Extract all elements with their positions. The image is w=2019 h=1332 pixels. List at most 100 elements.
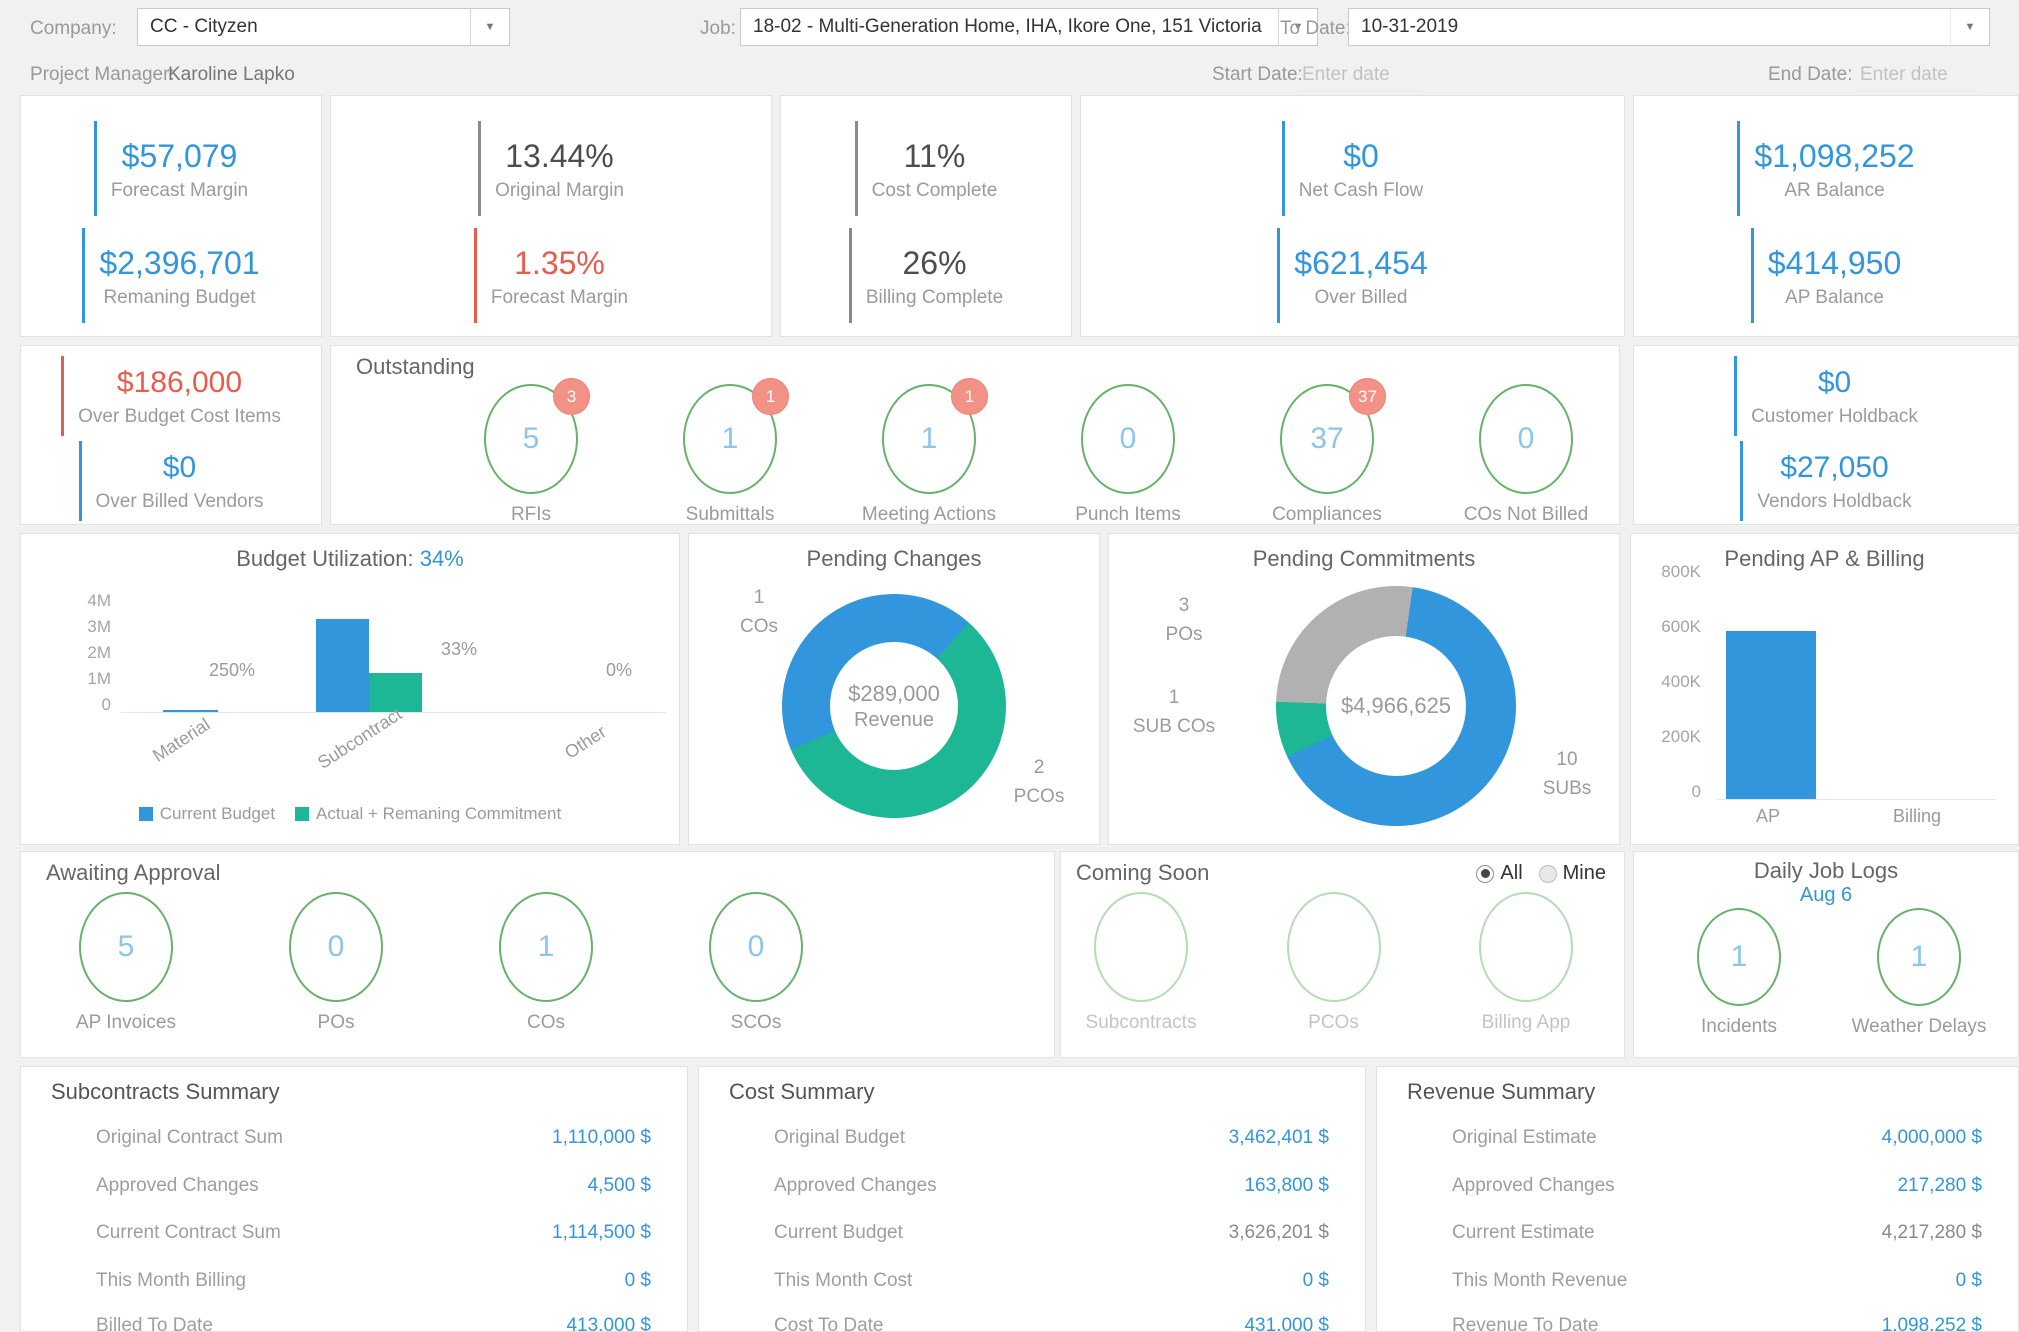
rfis-circle: 5 3 — [484, 384, 578, 494]
remaining-budget-label: Remaning Budget — [103, 287, 255, 309]
meeting-actions-circle: 1 1 — [882, 384, 976, 494]
over-budget-card: $186,000 Over Budget Cost Items $0 Over … — [20, 345, 322, 525]
subcontract-budget-bar — [316, 619, 369, 712]
subcontracts-summary-card: Subcontracts Summary Original Contract S… — [20, 1066, 688, 1332]
outstanding-item-compliances[interactable]: 37 37 Compliances — [1252, 384, 1402, 526]
cost-summary-card: Cost Summary Original Budget 3,462,401 $… — [698, 1066, 1366, 1332]
ap-balance-value: $414,950 — [1768, 243, 1901, 283]
compliances-badge: 37 — [1349, 378, 1386, 415]
outstanding-item-submittals[interactable]: 1 1 Submittals — [655, 384, 805, 526]
remaining-budget-value: $2,396,701 — [99, 243, 259, 283]
kpi-card-balances: $1,098,252 AR Balance $414,950 AP Balanc… — [1633, 95, 2019, 337]
awaiting-item-pos[interactable]: 0 POs — [251, 892, 421, 1034]
rfis-badge: 3 — [553, 378, 590, 415]
chevron-down-icon[interactable]: ▼ — [470, 9, 509, 45]
start-date-label: Start Date: — [1212, 64, 1303, 86]
billing-complete-label: Billing Complete — [866, 287, 1003, 309]
coming-soon-subcontracts: Subcontracts — [1061, 892, 1221, 1034]
radio-selected-icon — [1476, 865, 1494, 883]
ar-balance-value: $1,098,252 — [1754, 136, 1914, 176]
punch-items-circle: 0 — [1081, 384, 1175, 494]
meeting-actions-badge: 1 — [951, 378, 988, 415]
pending-commitments-chart: Pending Commitments $4,966,625 3POs 1SUB… — [1108, 533, 1620, 845]
cos-slice-label: 1COs — [724, 584, 794, 641]
cost-complete-value: 11% — [904, 136, 966, 176]
awaiting-item-cos[interactable]: 1 COs — [461, 892, 631, 1034]
daily-job-logs-date[interactable]: Aug 6 — [1634, 884, 2018, 907]
to-date-dropdown[interactable]: 10-31-2019 ▼ — [1348, 8, 1990, 46]
original-margin-value: 13.44% — [505, 136, 614, 176]
coming-soon-billing-app: Billing App — [1446, 892, 1606, 1034]
pending-commitments-donut: $4,966,625 — [1276, 586, 1516, 826]
ap-bar — [1726, 631, 1816, 799]
coming-soon-card: Coming Soon All Mine Subcontracts PCOs B… — [1060, 851, 1625, 1058]
job-value: 18-02 - Multi-Generation Home, IHA, Ikor… — [753, 16, 1262, 38]
chevron-down-icon[interactable]: ▼ — [1950, 9, 1989, 45]
dashboard-page: Company: CC - Cityzen ▼ Job: 18-02 - Mul… — [0, 0, 2019, 1332]
outstanding-item-meeting-actions[interactable]: 1 1 Meeting Actions — [854, 384, 1004, 526]
legend-actual-commitment: Actual + Remaning Commitment — [295, 804, 561, 824]
over-billed-vendors-value: $0 — [163, 449, 196, 487]
awaiting-approval-card: Awaiting Approval 5 AP Invoices 0 POs 1 … — [20, 851, 1055, 1058]
category-ap: AP — [1756, 806, 1780, 827]
ap-balance-label: AP Balance — [1785, 287, 1884, 309]
cos-not-billed-circle: 0 — [1479, 384, 1573, 494]
material-budget-bar — [163, 710, 218, 712]
kpi-card-margins-pct: 13.44% Original Margin 1.35% Forecast Ma… — [330, 95, 772, 337]
awaiting-item-scos[interactable]: 0 SCOs — [671, 892, 841, 1034]
daily-job-logs-title: Daily Job Logs — [1634, 858, 2018, 884]
outstanding-item-rfis[interactable]: 5 3 RFIs — [456, 384, 606, 526]
project-manager-label: Project Manager: — [30, 64, 175, 86]
kpi-card-complete: 11% Cost Complete 26% Billing Complete — [780, 95, 1072, 337]
coming-soon-pcos: PCOs — [1254, 892, 1414, 1034]
start-date-input[interactable]: Enter date — [1300, 62, 1420, 91]
revenue-summary-title: Revenue Summary — [1407, 1079, 1595, 1105]
budget-utilization-title: Budget Utilization: — [236, 546, 413, 571]
legend-current-budget: Current Budget — [139, 804, 275, 824]
outstanding-card: Outstanding 5 3 RFIs 1 1 Submittals 1 1 … — [330, 345, 1620, 525]
vendors-holdback-value: $27,050 — [1780, 449, 1888, 487]
outstanding-item-cos-not-billed[interactable]: 0 COs Not Billed — [1451, 384, 1601, 526]
job-dropdown[interactable]: 18-02 - Multi-Generation Home, IHA, Ikor… — [740, 8, 1318, 46]
pending-commitments-title: Pending Commitments — [1109, 546, 1619, 572]
coming-soon-title: Coming Soon — [1076, 860, 1209, 886]
company-dropdown[interactable]: CC - Cityzen ▼ — [137, 8, 510, 46]
kpi-card-cashflow: $0 Net Cash Flow $621,454 Over Billed — [1080, 95, 1625, 337]
project-manager-value: Karoline Lapko — [168, 64, 295, 86]
compliances-circle: 37 37 — [1280, 384, 1374, 494]
outstanding-item-punch-items[interactable]: 0 Punch Items — [1053, 384, 1203, 526]
material-annotation: 250% — [209, 660, 255, 681]
over-budget-label: Over Budget Cost Items — [78, 406, 281, 428]
to-date-value: 10-31-2019 — [1361, 16, 1458, 38]
pending-changes-title: Pending Changes — [689, 546, 1099, 572]
sub-cos-slice-label: 1SUB COs — [1114, 684, 1234, 741]
submittals-badge: 1 — [752, 378, 789, 415]
radio-all[interactable]: All — [1476, 862, 1522, 885]
subs-slice-label: 10SUBs — [1527, 746, 1607, 803]
category-subcontract: Subcontract — [314, 704, 406, 774]
company-label: Company: — [30, 18, 117, 40]
outstanding-title: Outstanding — [356, 354, 475, 380]
end-date-label: End Date: — [1768, 64, 1853, 86]
end-date-input[interactable]: Enter date — [1858, 62, 1978, 91]
company-value: CC - Cityzen — [150, 16, 258, 38]
daily-logs-weather-delays[interactable]: 1 Weather Delays — [1849, 908, 1989, 1038]
forecast-margin-label: Forecast Margin — [111, 180, 248, 202]
category-material: Material — [149, 714, 214, 766]
holdback-card: $0 Customer Holdback $27,050 Vendors Hol… — [1633, 345, 2019, 525]
pos-slice-label: 3POs — [1149, 592, 1219, 649]
subcontract-annotation: 33% — [441, 639, 477, 660]
awaiting-item-ap-invoices[interactable]: 5 AP Invoices — [41, 892, 211, 1034]
over-billed-value: $621,454 — [1294, 243, 1427, 283]
pending-changes-revenue: $289,000 — [848, 681, 940, 707]
radio-mine[interactable]: Mine — [1539, 862, 1606, 885]
cost-summary-title: Cost Summary — [729, 1079, 874, 1105]
net-cash-flow-label: Net Cash Flow — [1299, 180, 1424, 202]
revenue-summary-card: Revenue Summary Original Estimate 4,000,… — [1376, 1066, 2019, 1332]
forecast-margin-pct-label: Forecast Margin — [491, 287, 628, 309]
pending-changes-chart: Pending Changes $289,000 Revenue 1COs 2P… — [688, 533, 1100, 845]
daily-logs-incidents[interactable]: 1 Incidents — [1669, 908, 1809, 1038]
job-label: Job: — [700, 18, 736, 40]
net-cash-flow-value: $0 — [1343, 136, 1379, 176]
over-billed-vendors-label: Over Billed Vendors — [96, 491, 264, 513]
